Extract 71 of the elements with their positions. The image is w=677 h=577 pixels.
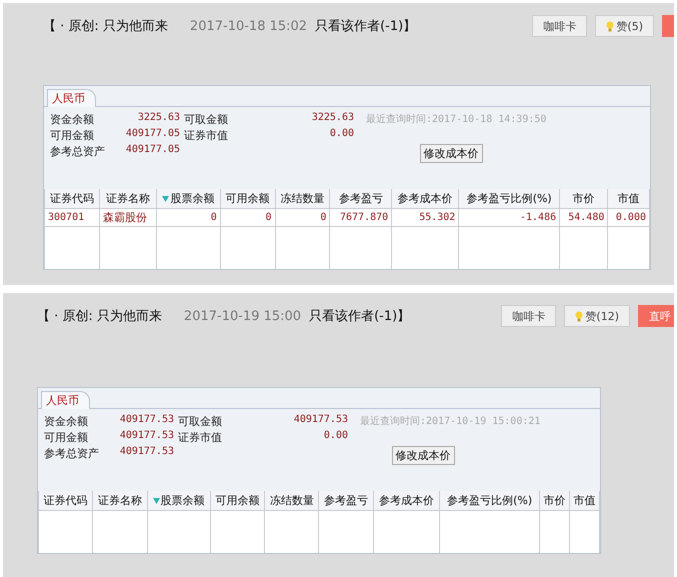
column-header[interactable]: 市价 — [560, 189, 608, 208]
column-header[interactable]: 市价 — [540, 491, 570, 510]
column-header[interactable]: 参考成本价 — [392, 189, 459, 208]
column-header[interactable]: 参考盈亏比例(%) — [440, 491, 540, 510]
post-title: 【 · 原创: 只为他而来 — [43, 18, 168, 35]
like-button[interactable]: 赞(12) — [564, 305, 630, 327]
coffee-card-button[interactable]: 咖啡卡 — [532, 15, 588, 37]
field-label: 证券市值 — [184, 128, 229, 143]
field-value: 0.00 — [328, 128, 355, 141]
table-cell: 0 — [156, 208, 220, 226]
column-header[interactable]: 冻结数量 — [275, 189, 330, 208]
field-value: 409177.53 — [118, 414, 175, 427]
table-cell: 55.302 — [392, 208, 459, 226]
field-value: 409177.05 — [124, 128, 181, 141]
post-title: 【 · 原创: 只为他而来 — [37, 308, 162, 325]
table-cell: -1.486 — [458, 208, 560, 226]
field-label: 资金余额 — [50, 112, 95, 127]
field-label: 可取金额 — [178, 414, 223, 429]
post-time: 2017-10-19 15:00 — [184, 308, 302, 324]
column-header[interactable]: 股票余额 — [147, 491, 210, 510]
field-label: 可用金额 — [44, 430, 89, 445]
column-header[interactable]: 冻结数量 — [264, 491, 319, 510]
query-time: 最近查询时间:2017-10-19 15:00:21 — [359, 414, 542, 429]
field-label: 证券市值 — [178, 430, 223, 445]
field-value: 409177.05 — [124, 144, 181, 157]
table-cell: 300701 — [44, 208, 100, 226]
currency-tab[interactable]: 人民币 — [47, 89, 96, 107]
lightbulb-icon — [575, 310, 584, 322]
column-header[interactable]: 可用余额 — [210, 491, 265, 510]
lightbulb-icon — [606, 20, 614, 32]
sort-icon — [152, 498, 160, 504]
sort-icon — [162, 196, 170, 202]
table-cell: 0 — [220, 208, 276, 226]
post-time: 2017-10-18 15:02 — [190, 18, 308, 34]
field-label: 参考总资产 — [50, 144, 106, 160]
author-only-link[interactable]: 只看该作者(-1)】 — [309, 307, 410, 325]
column-header[interactable]: 证券名称 — [99, 189, 156, 208]
table-cell: 0.000 — [608, 208, 650, 226]
field-value: 3225.63 — [310, 112, 355, 125]
column-header[interactable]: 可用余额 — [220, 189, 276, 208]
field-label: 参考总资产 — [44, 446, 100, 462]
field-label: 可用金额 — [50, 128, 95, 143]
table-cell: 0 — [275, 208, 330, 226]
field-value: 409177.53 — [118, 430, 175, 443]
column-header[interactable]: 市值 — [569, 491, 600, 510]
like-button[interactable]: 赞(5) — [595, 15, 654, 37]
currency-tab[interactable]: 人民币 — [41, 391, 90, 409]
author-only-link[interactable]: 只看该作者(-1)】 — [315, 17, 416, 35]
coffee-card-button[interactable]: 咖啡卡 — [501, 305, 556, 327]
column-header[interactable]: 股票余额 — [156, 189, 220, 208]
field-value: 409177.53 — [118, 446, 175, 459]
table-cell: 54.480 — [560, 208, 608, 226]
column-header[interactable]: 参考成本价 — [373, 491, 440, 510]
table-cell: 森霸股份 — [99, 208, 156, 226]
column-header[interactable]: 证券名称 — [92, 491, 148, 510]
column-header[interactable]: 参考盈亏 — [330, 189, 392, 208]
field-value: 0.00 — [322, 430, 349, 443]
query-time: 最近查询时间:2017-10-18 14:39:50 — [365, 112, 548, 127]
column-header[interactable]: 证券代码 — [38, 491, 93, 510]
field-label: 可取金额 — [184, 112, 229, 127]
modify-cost-button[interactable]: 修改成本价 — [392, 446, 454, 465]
field-label: 资金余额 — [44, 414, 89, 429]
column-header[interactable]: 参考盈亏 — [318, 491, 374, 510]
table-cell: 7677.870 — [330, 208, 392, 226]
column-header[interactable]: 参考盈亏比例(%) — [458, 189, 560, 208]
modify-cost-button[interactable]: 修改成本价 — [420, 144, 482, 163]
field-value: 409177.53 — [292, 414, 349, 427]
column-header[interactable]: 证券代码 — [44, 189, 100, 208]
field-value: 3225.63 — [136, 112, 181, 125]
column-header[interactable]: 市值 — [608, 189, 650, 208]
call-button[interactable] — [662, 15, 674, 37]
